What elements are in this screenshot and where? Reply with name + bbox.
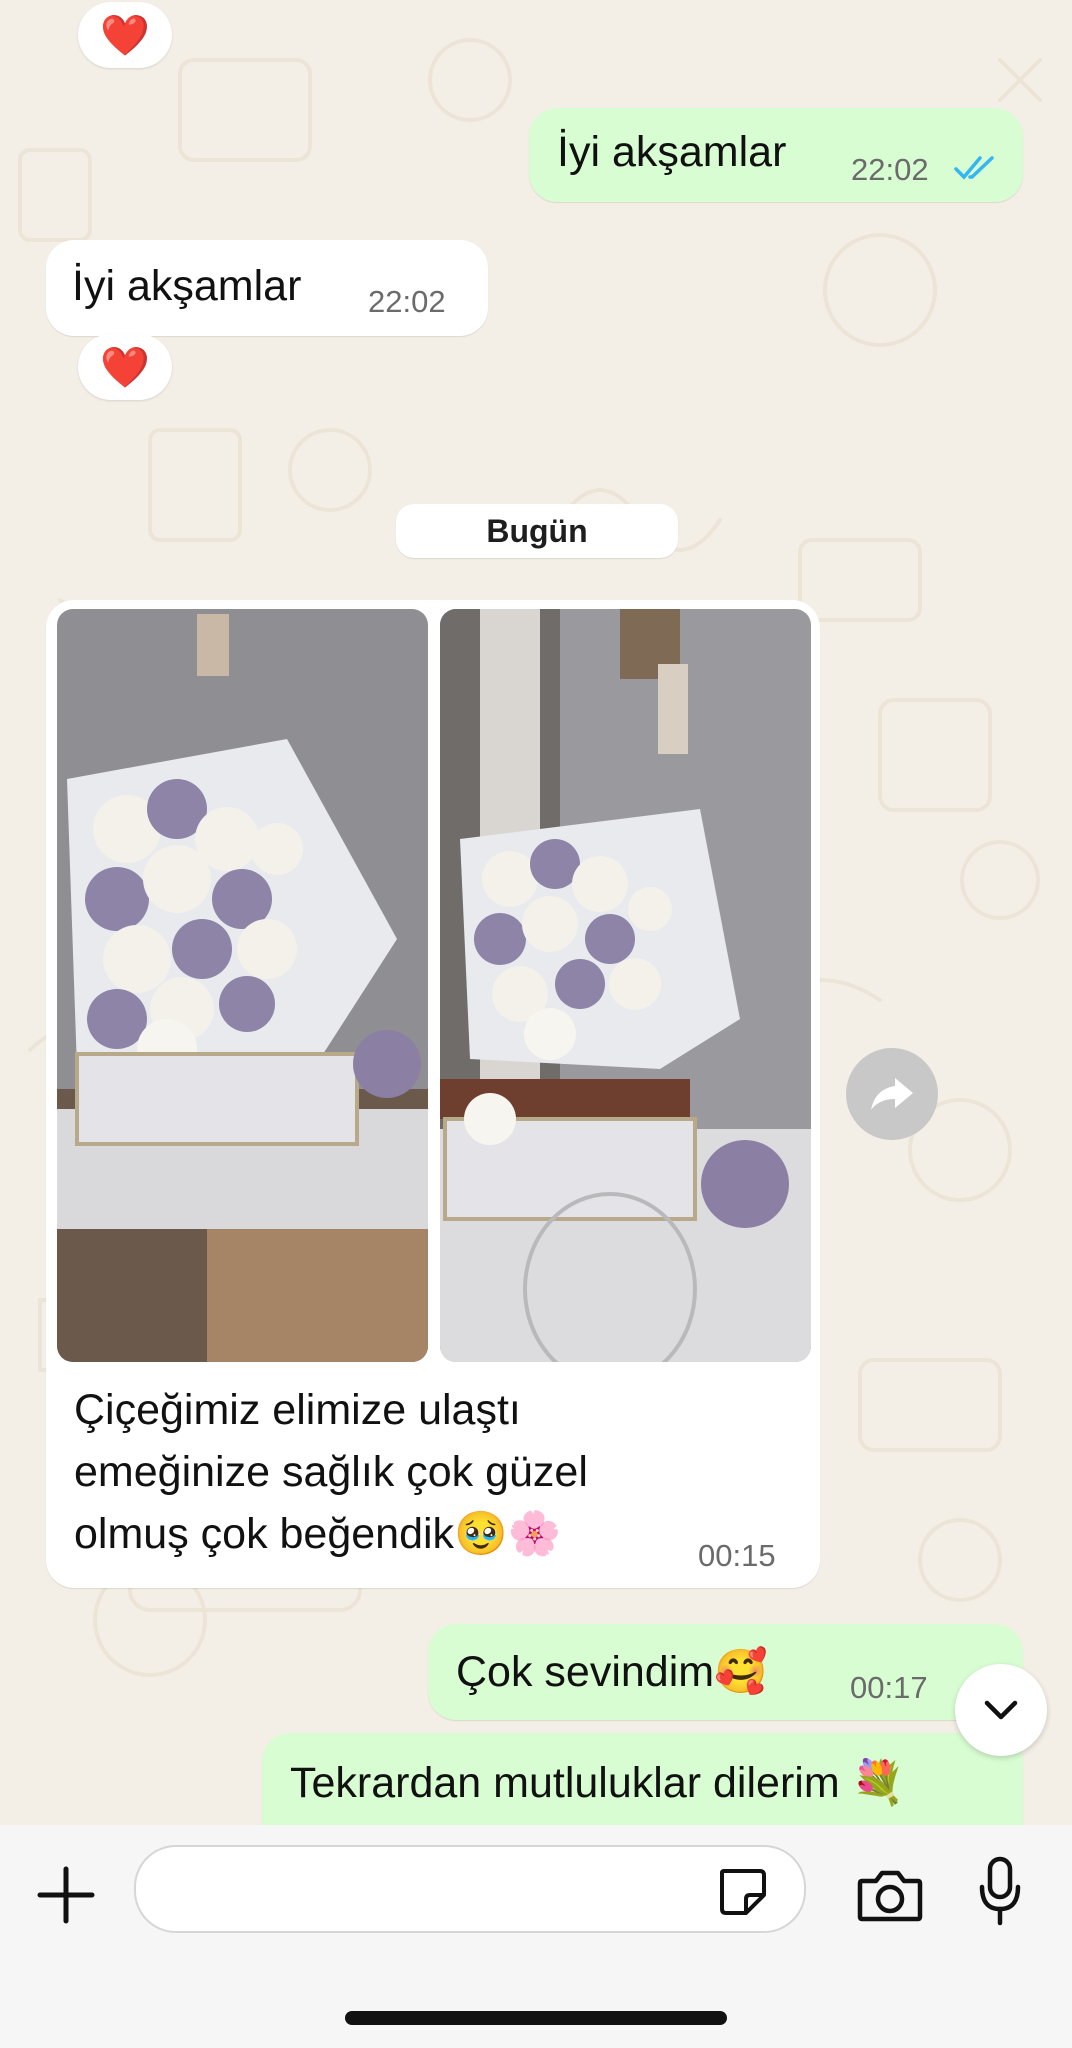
- outgoing-message[interactable]: Tekrardan mutluluklar dilerim 💐: [262, 1733, 1023, 1825]
- bouquet-photo-image: [57, 609, 428, 1362]
- microphone-icon[interactable]: [976, 1855, 1024, 1929]
- reaction-badge[interactable]: ❤️: [78, 334, 172, 400]
- album-caption-line-3: olmuş çok beğendik🥹🌸: [74, 1510, 562, 1558]
- double-check-read-icon: [954, 156, 994, 180]
- date-separator: Bugün: [396, 504, 678, 558]
- reaction-badge[interactable]: ❤️: [78, 2, 172, 68]
- message-input[interactable]: [134, 1845, 806, 1933]
- forward-arrow-icon: [871, 1078, 913, 1110]
- message-time: 00:15: [698, 1538, 776, 1573]
- message-text-field[interactable]: [160, 1861, 704, 1917]
- album-caption-line-2: emeğinize sağlık çok güzel: [74, 1448, 588, 1496]
- camera-icon[interactable]: [856, 1867, 924, 1923]
- heart-reaction: ❤️: [100, 13, 150, 58]
- message-text: İyi akşamlar: [72, 262, 302, 310]
- incoming-message[interactable]: İyi akşamlar 22:02: [46, 240, 488, 336]
- album-photo-2[interactable]: [440, 609, 811, 1362]
- outgoing-message[interactable]: Çok sevindim🥰 00:17: [428, 1624, 1023, 1720]
- chat-background: ❤️ İyi akşamlar 22:02 İyi akşamlar 22:02…: [0, 0, 1072, 1825]
- album-photo-1[interactable]: [57, 609, 428, 1362]
- home-indicator: [345, 2011, 727, 2025]
- forward-button[interactable]: [846, 1048, 938, 1140]
- message-time: 22:02: [368, 284, 446, 319]
- scroll-to-bottom-button[interactable]: [955, 1664, 1047, 1756]
- bouquet-photo-image: [440, 609, 811, 1362]
- plus-icon[interactable]: [36, 1865, 96, 1925]
- incoming-album-message[interactable]: Çiçeğimiz elimize ulaştı emeğinize sağlı…: [46, 600, 820, 1588]
- outgoing-message[interactable]: İyi akşamlar 22:02: [529, 108, 1023, 202]
- message-text: Çok sevindim🥰: [456, 1648, 768, 1696]
- chevron-down-icon: [984, 1700, 1018, 1720]
- message-text: İyi akşamlar: [557, 128, 787, 176]
- message-text: Tekrardan mutluluklar dilerim 💐: [290, 1759, 906, 1807]
- heart-reaction: ❤️: [100, 345, 150, 390]
- message-time: 22:02: [851, 152, 929, 187]
- sticker-icon[interactable]: [716, 1865, 768, 1917]
- message-time: 00:17: [850, 1670, 928, 1705]
- album-caption-line-1: Çiçeğimiz elimize ulaştı: [74, 1386, 521, 1434]
